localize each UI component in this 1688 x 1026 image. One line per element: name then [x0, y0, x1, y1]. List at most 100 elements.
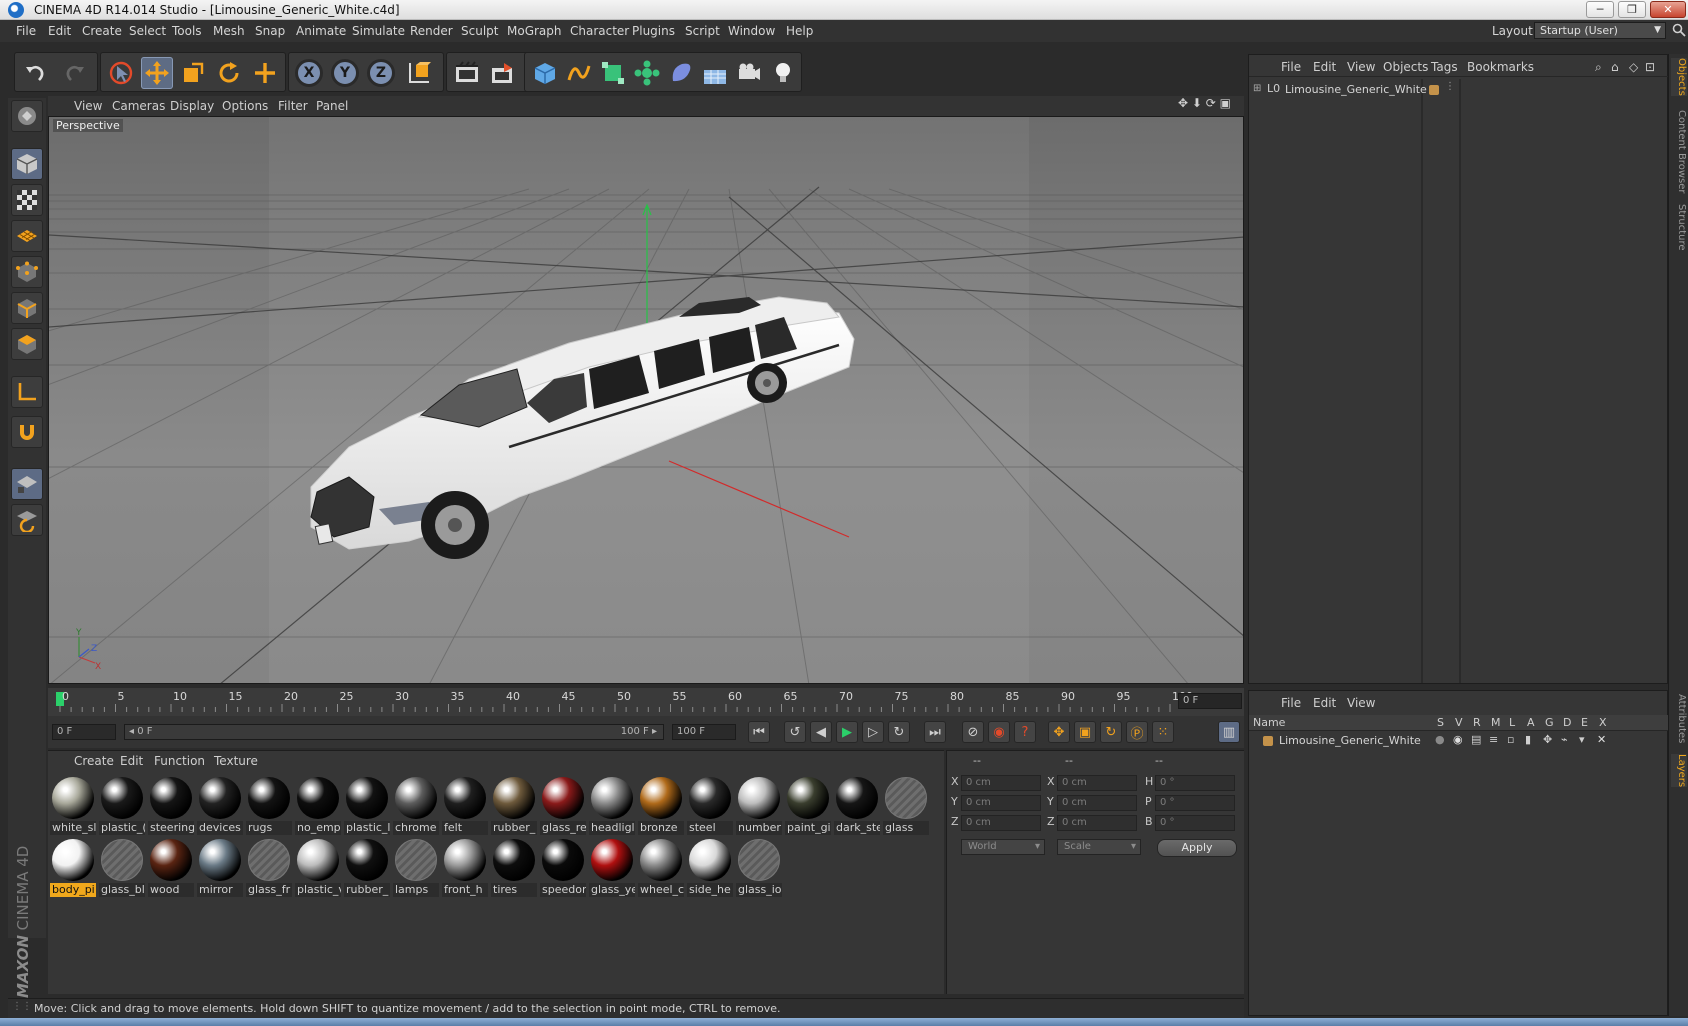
material-swatch[interactable]: plastic_v — [295, 837, 341, 897]
menu-simulate[interactable]: Simulate — [352, 24, 405, 38]
layer-col-name[interactable]: Name — [1253, 716, 1285, 729]
layer-name[interactable]: Limousine_Generic_White — [1279, 734, 1421, 747]
object-menu-view[interactable]: View — [1347, 60, 1375, 74]
menu-animate[interactable]: Animate — [296, 24, 346, 38]
layer-row-limousine[interactable]: Limousine_Generic_White ● ◉ ▤ ≡ ▫ ▮ ✥ ⌁ … — [1249, 733, 1669, 749]
material-swatch[interactable]: glass — [883, 775, 929, 835]
viewport-menu-display[interactable]: Display — [170, 99, 214, 113]
key-position-icon[interactable]: ✥ — [1048, 721, 1070, 743]
object-row-limousine[interactable]: ⊞ L0 Limousine_Generic_White ⋮ — [1249, 81, 1455, 99]
menu-plugins[interactable]: Plugins — [632, 24, 675, 38]
key-rotation-icon[interactable]: ↻ — [1100, 721, 1122, 743]
end-frame-field[interactable]: 100 F — [672, 724, 736, 740]
material-swatch[interactable]: number — [736, 775, 782, 835]
material-swatch[interactable]: lamps — [393, 837, 439, 897]
search-icon[interactable]: ⌕ — [1595, 60, 1602, 75]
menu-help[interactable]: Help — [786, 24, 813, 38]
planar-workplane-icon[interactable] — [11, 504, 43, 536]
object-name[interactable]: Limousine_Generic_White — [1285, 83, 1427, 96]
menu-render[interactable]: Render — [410, 24, 453, 38]
model-mode-icon[interactable] — [11, 148, 43, 180]
menu-file[interactable]: File — [16, 24, 36, 38]
material-swatch[interactable]: plastic_l — [344, 775, 390, 835]
material-swatch[interactable]: steel — [687, 775, 733, 835]
material-swatch[interactable]: tires — [491, 837, 537, 897]
menu-tools[interactable]: Tools — [172, 24, 202, 38]
position-z-field[interactable]: 0 cm — [961, 815, 1041, 831]
record-keys-disabled-icon[interactable]: ⊘ — [962, 721, 984, 743]
autokeying-icon[interactable]: ? — [1014, 721, 1036, 743]
apply-button[interactable]: Apply — [1157, 839, 1237, 857]
timeline-ruler[interactable]: 0510152025303540455055606570758085909510… — [48, 688, 1244, 716]
rotation-p-field[interactable]: 0 ° — [1155, 795, 1235, 811]
tab-layers[interactable]: Layers — [1671, 754, 1687, 788]
start-frame-field[interactable]: 0 F — [52, 724, 116, 740]
lock-toggle-icon[interactable]: ▫ — [1507, 733, 1514, 746]
expand-icon[interactable]: ⊞ — [1253, 83, 1261, 94]
rotate-tool-icon[interactable] — [213, 57, 245, 89]
layer-col-manager[interactable]: M — [1491, 716, 1501, 729]
current-frame-field[interactable]: 0 F — [1178, 693, 1242, 709]
key-point-level-icon[interactable]: ⁙ — [1152, 721, 1174, 743]
rotation-b-field[interactable]: 0 ° — [1155, 815, 1235, 831]
material-swatch[interactable]: glass_io — [736, 837, 782, 897]
size-y-field[interactable]: 0 cm — [1057, 795, 1137, 811]
live-selection-icon[interactable] — [105, 57, 137, 89]
material-swatch[interactable]: felt — [442, 775, 488, 835]
render-view-icon[interactable] — [451, 57, 483, 89]
make-editable-icon[interactable] — [11, 100, 43, 132]
locked-workplane-icon[interactable] — [11, 468, 43, 500]
size-mode-dropdown[interactable]: Scale ▾ — [1057, 839, 1141, 855]
size-x-field[interactable]: 0 cm — [1057, 775, 1137, 791]
go-to-start-icon[interactable]: ⏮ — [748, 721, 770, 743]
layer-col-locked[interactable]: L — [1509, 716, 1515, 729]
snap-magnet-icon[interactable] — [11, 416, 43, 448]
layer-col-render[interactable]: R — [1473, 716, 1481, 729]
material-swatch[interactable]: headligl — [589, 775, 635, 835]
menu-create[interactable]: Create — [82, 24, 122, 38]
points-mode-icon[interactable] — [11, 256, 43, 288]
object-menu-file[interactable]: File — [1281, 60, 1301, 74]
menu-character[interactable]: Character — [570, 24, 629, 38]
play-icon[interactable]: ▶ — [836, 721, 858, 743]
layout-dropdown[interactable]: Startup (User) ▼ — [1534, 22, 1666, 39]
viewport-menu-view[interactable]: View — [74, 99, 102, 113]
next-key-icon[interactable]: ↻ — [888, 721, 910, 743]
scale-tool-icon[interactable] — [177, 57, 209, 89]
solo-toggle-icon[interactable]: ● — [1435, 733, 1445, 746]
viewport-menu-filter[interactable]: Filter — [278, 99, 308, 113]
menu-mesh[interactable]: Mesh — [213, 24, 245, 38]
material-menu-edit[interactable]: Edit — [120, 754, 143, 768]
next-frame-icon[interactable]: ▷ — [862, 721, 884, 743]
object-menu-objects[interactable]: Objects — [1383, 60, 1428, 74]
layer-col-animation[interactable]: A — [1527, 716, 1535, 729]
pan-icon[interactable]: ✥ — [1178, 96, 1188, 110]
material-menu-function[interactable]: Function — [154, 754, 205, 768]
workplane-mode-icon[interactable] — [11, 220, 43, 252]
material-swatch[interactable]: speedor — [540, 837, 586, 897]
preview-range-slider[interactable]: ◂ 0 F 100 F ▸ — [124, 724, 664, 740]
render-picture-viewer-icon[interactable] — [487, 57, 519, 89]
xref-toggle-icon[interactable]: ✕ — [1597, 733, 1606, 746]
material-swatch[interactable]: side_he — [687, 837, 733, 897]
material-swatch[interactable]: rugs — [246, 775, 292, 835]
orbit-icon[interactable]: ⟳ — [1206, 96, 1216, 110]
menu-window[interactable]: Window — [728, 24, 775, 38]
menu-script[interactable]: Script — [685, 24, 720, 38]
close-button[interactable]: ✕ — [1650, 1, 1686, 18]
x-axis-lock-button[interactable]: X — [295, 59, 323, 87]
material-swatch[interactable]: front_h — [442, 837, 488, 897]
search-icon[interactable] — [1672, 23, 1686, 37]
layer-col-expressions[interactable]: E — [1581, 716, 1588, 729]
material-swatch[interactable]: glass_ye — [589, 837, 635, 897]
cube-primitive-icon[interactable] — [529, 57, 561, 89]
viewport-menu-panel[interactable]: Panel — [316, 99, 348, 113]
viewport-menu-options[interactable]: Options — [222, 99, 268, 113]
deformer-toggle-icon[interactable]: ⌁ — [1561, 733, 1568, 746]
enable-axis-icon[interactable] — [11, 376, 43, 408]
spline-icon[interactable] — [563, 57, 595, 89]
menu-mograph[interactable]: MoGraph — [507, 24, 562, 38]
record-active-objects-icon[interactable]: ◉ — [988, 721, 1010, 743]
object-menu-edit[interactable]: Edit — [1313, 60, 1336, 74]
material-menu-create[interactable]: Create — [74, 754, 114, 768]
